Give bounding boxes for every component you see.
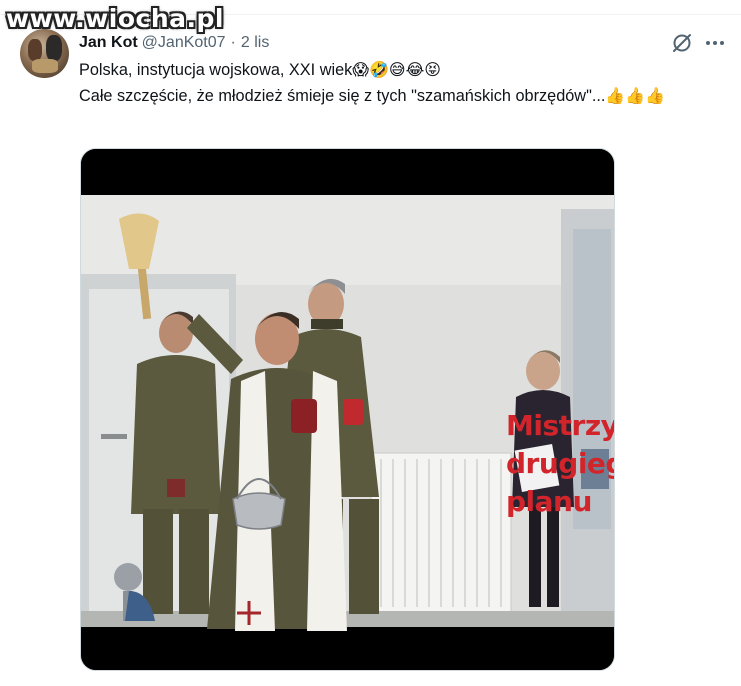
tweet-line-1-text: Polska, instytucja wojskowa, XXI wiek [79, 61, 353, 79]
tweet-line-2-text: Całe szczęście, że młodzież śmieje się z… [79, 87, 606, 105]
tweet-media[interactable]: Mistrzyni drugiego planu [80, 148, 615, 671]
caption-line-1: Mistrzyni [506, 409, 614, 442]
separator-dot: · [230, 34, 236, 51]
tweet-line-1: Polska, instytucja wojskowa, XXI wiek😱🤣😅… [79, 57, 719, 83]
site-watermark: www.wiocha.pl [6, 4, 224, 33]
tweet-text: Polska, instytucja wojskowa, XXI wiek😱🤣😅… [79, 57, 719, 109]
more-horizontal-icon[interactable] [703, 31, 727, 55]
author-name[interactable]: Jan Kot [79, 34, 138, 52]
grok-icon[interactable] [670, 31, 694, 55]
caption-line-2: drugiego [506, 447, 614, 480]
caption-line-3: planu [506, 485, 592, 518]
tweet-header: Jan Kot @JanKot07 · 2 lis [79, 33, 269, 53]
tweet-line-2-emojis: 👍👍👍 [605, 86, 666, 105]
avatar[interactable] [20, 29, 69, 78]
tweet-timestamp[interactable]: 2 lis [241, 34, 269, 52]
tweet-line-1-emojis: 😱🤣😅😂😝 [352, 60, 441, 79]
media-caption: Mistrzyni drugiego planu [506, 407, 614, 521]
tweet-line-2: Całe szczęście, że młodzież śmieje się z… [79, 83, 719, 109]
author-handle[interactable]: @JanKot07 [142, 34, 226, 52]
